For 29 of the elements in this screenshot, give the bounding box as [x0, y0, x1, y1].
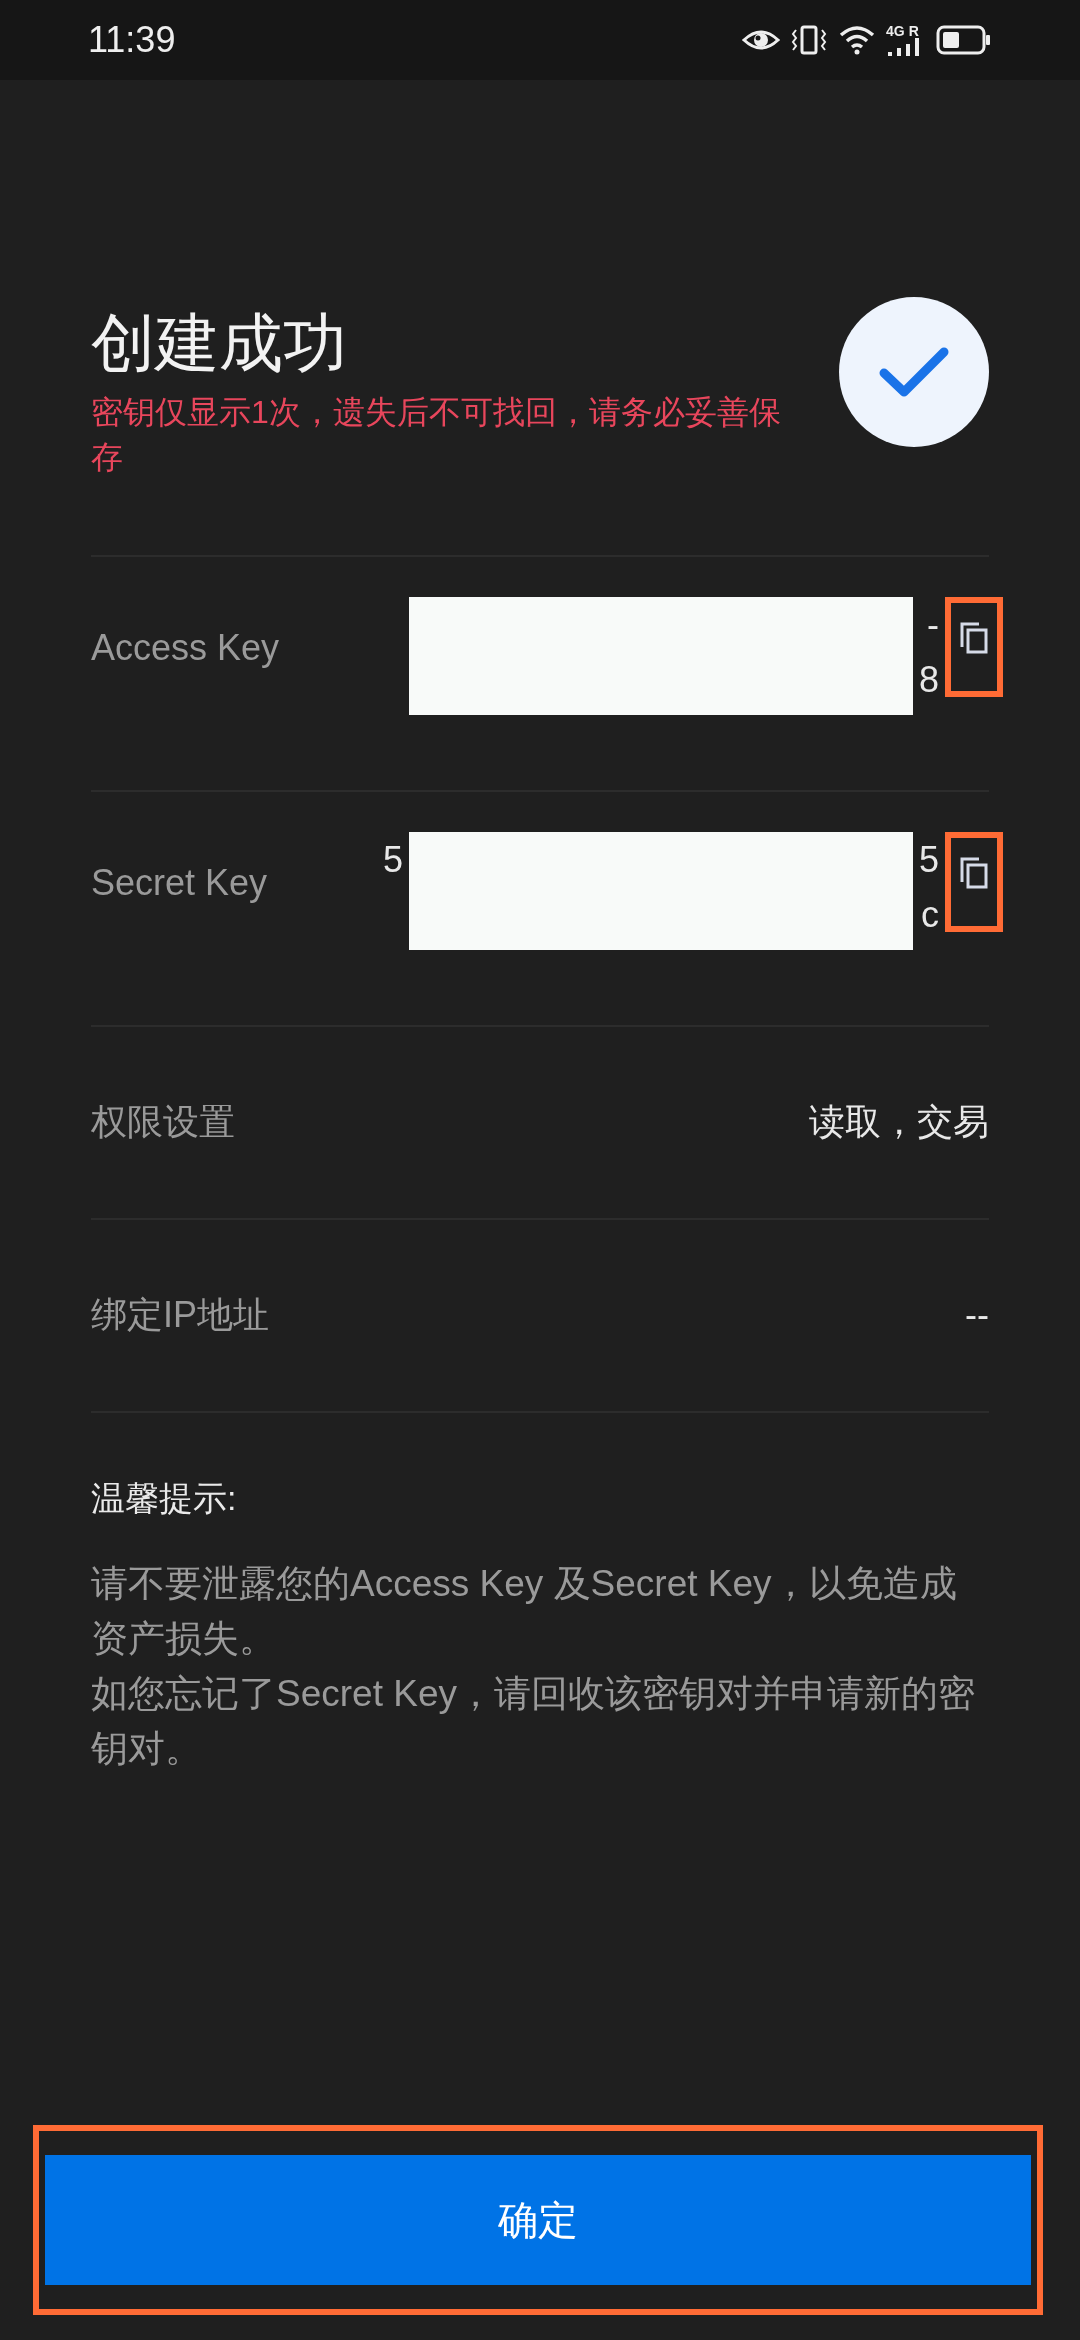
vibrate-icon: [790, 25, 828, 55]
copy-button[interactable]: [945, 596, 1003, 697]
field-label: Access Key: [91, 625, 281, 670]
tips-text: 请不要泄露您的Access Key 及Secret Key，以免造成资产损失。: [91, 1561, 958, 1661]
key-text-fragment: -: [927, 602, 939, 647]
wifi-icon: [838, 25, 876, 55]
key-text-fragment: 5: [383, 837, 404, 882]
page-title: 创建成功: [91, 306, 348, 381]
key-text-fragment: 8: [918, 657, 939, 702]
tips-title: 温馨提示:: [91, 1477, 238, 1519]
field-label: 权限设置: [91, 1100, 235, 1145]
copy-button[interactable]: [945, 831, 1003, 932]
key-text-fragment: c: [921, 892, 939, 937]
confirm-button[interactable]: 确定: [45, 2155, 1031, 2285]
key-text-fragment: 5: [918, 837, 939, 882]
eye-icon: [742, 27, 780, 53]
status-time: 11:39: [88, 18, 176, 62]
copy-icon: [959, 620, 989, 655]
copy-icon: [959, 855, 989, 890]
field-value: --: [965, 1293, 989, 1338]
roaming-label: R: [908, 24, 919, 38]
field-label: 绑定IP地址: [91, 1293, 269, 1338]
check-icon: [879, 345, 949, 399]
field-value: 读取，交易: [809, 1100, 989, 1145]
tips-text: 如您忘记了Secret Key，请回收该密钥对并申请新的密钥对。: [91, 1671, 976, 1771]
network-label: 4G: [886, 24, 905, 38]
warning-text: 密钥仅显示1次，遗失后不可找回，请务必妥善保存: [91, 392, 782, 477]
field-label: Secret Key: [91, 860, 269, 905]
battery-icon: [936, 25, 992, 55]
